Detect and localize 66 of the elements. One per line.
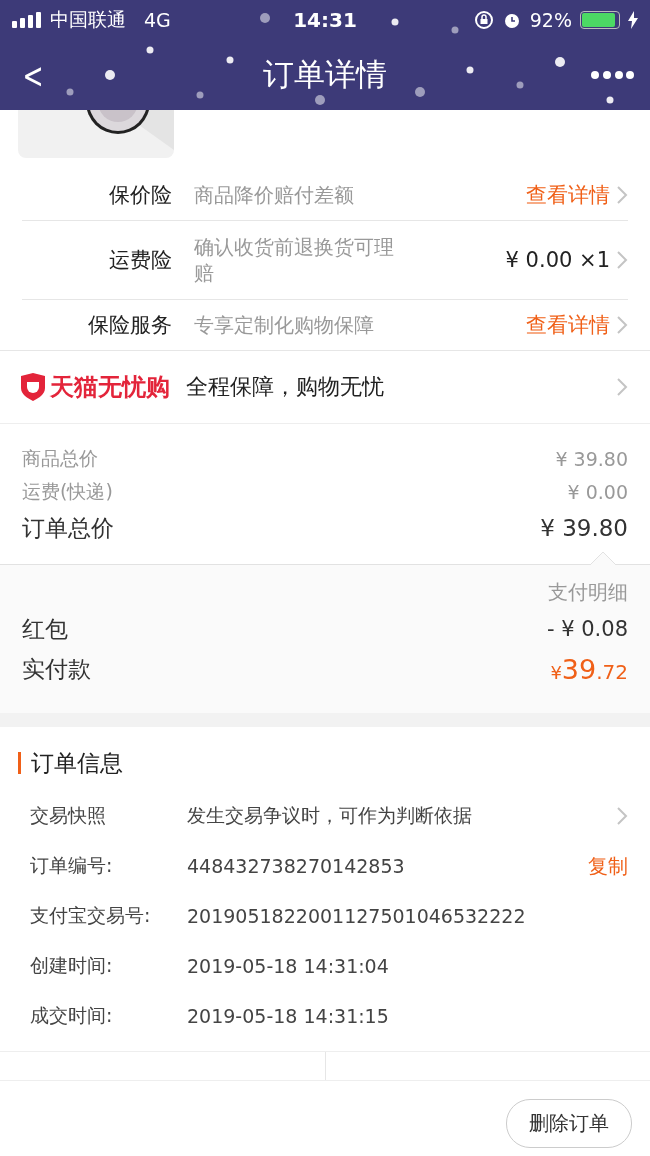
charging-icon — [628, 11, 638, 29]
chevron-right-icon[interactable] — [616, 377, 628, 397]
brand-name: 天猫无忧购 — [50, 372, 170, 403]
insurance-label: 保险服务 — [87, 312, 172, 339]
snowflake — [105, 70, 115, 80]
back-button[interactable]: < — [22, 54, 44, 96]
discount-label: 红包 — [22, 614, 68, 644]
battery-percent: 92% — [529, 9, 572, 31]
info-value: 448432738270142853 — [187, 855, 406, 877]
carrier-text: 中国联通 — [50, 7, 126, 32]
guarantee-text: 全程保障，购物无忧 — [186, 373, 384, 401]
info-label: 交易快照 — [30, 803, 107, 828]
price-label: 商品总价 — [22, 445, 98, 471]
snowflake — [260, 13, 270, 23]
snowflake — [466, 66, 474, 74]
details-link[interactable]: 查看详情 — [526, 311, 610, 339]
chevron-right-icon[interactable] — [616, 250, 628, 270]
insurance-label: 运费险 — [108, 247, 172, 274]
price-value: ¥ 0.00 — [567, 480, 628, 503]
snowflake — [66, 88, 74, 96]
snowflake — [516, 81, 524, 89]
discount-value: - ¥ 0.08 — [546, 617, 628, 641]
shield-icon — [20, 373, 46, 401]
details-link[interactable]: 查看详情 — [526, 181, 610, 209]
paid-label: 实付款 — [22, 654, 91, 684]
info-value: 发生交易争议时，可作为判断依据 — [187, 803, 473, 828]
insurance-description: 专享定制化购物保障 — [194, 312, 375, 338]
insurance-description: 确认收货前退换货可理赔 — [194, 234, 395, 286]
chevron-right-icon[interactable] — [616, 185, 628, 205]
snowflake — [415, 87, 425, 97]
snowflake — [315, 95, 325, 105]
price-label: 订单总价 — [22, 513, 114, 543]
price-value: ¥ 39.80 — [555, 447, 628, 470]
copy-button[interactable]: 复制 — [588, 852, 628, 880]
snowflake — [391, 18, 399, 26]
insurance-price: ¥ 0.00 ×1 — [505, 248, 610, 272]
snowflake — [146, 46, 154, 54]
price-label: 运费(快递) — [22, 478, 113, 504]
paid-amount: ¥39.72 — [550, 653, 628, 685]
battery-icon — [580, 11, 620, 29]
more-icon[interactable] — [590, 70, 634, 80]
signal-icon — [12, 12, 42, 28]
snowflake — [226, 56, 234, 64]
page-title: 订单详情 — [263, 55, 387, 94]
info-value: 2019051822001127501046532222 — [187, 905, 527, 927]
rotation-lock-icon — [473, 10, 494, 30]
snowflake — [196, 91, 204, 99]
snowflake — [555, 57, 565, 67]
insurance-label: 保价险 — [108, 182, 172, 209]
info-value: 2019-05-18 14:31:15 — [187, 1005, 390, 1027]
section-title: 订单信息 — [31, 748, 123, 778]
info-label: 创建时间: — [30, 953, 114, 978]
network-text: 4G — [144, 9, 171, 31]
snowflake — [451, 26, 459, 34]
payment-details-label: 支付明细 — [547, 579, 628, 606]
price-value: ¥ 39.80 — [540, 515, 628, 541]
info-label: 订单编号: — [30, 853, 114, 878]
chevron-right-icon[interactable] — [616, 315, 628, 335]
delete-order-button[interactable]: 删除订单 — [506, 1099, 632, 1148]
insurance-description: 商品降价赔付差额 — [194, 182, 355, 208]
clock-text: 14:31 — [293, 8, 357, 32]
info-label: 支付宝交易号: — [30, 903, 152, 928]
info-value: 2019-05-18 14:31:04 — [187, 955, 390, 977]
info-label: 成交时间: — [30, 1003, 114, 1028]
snowflake — [606, 96, 614, 104]
chevron-right-icon[interactable] — [616, 806, 628, 826]
